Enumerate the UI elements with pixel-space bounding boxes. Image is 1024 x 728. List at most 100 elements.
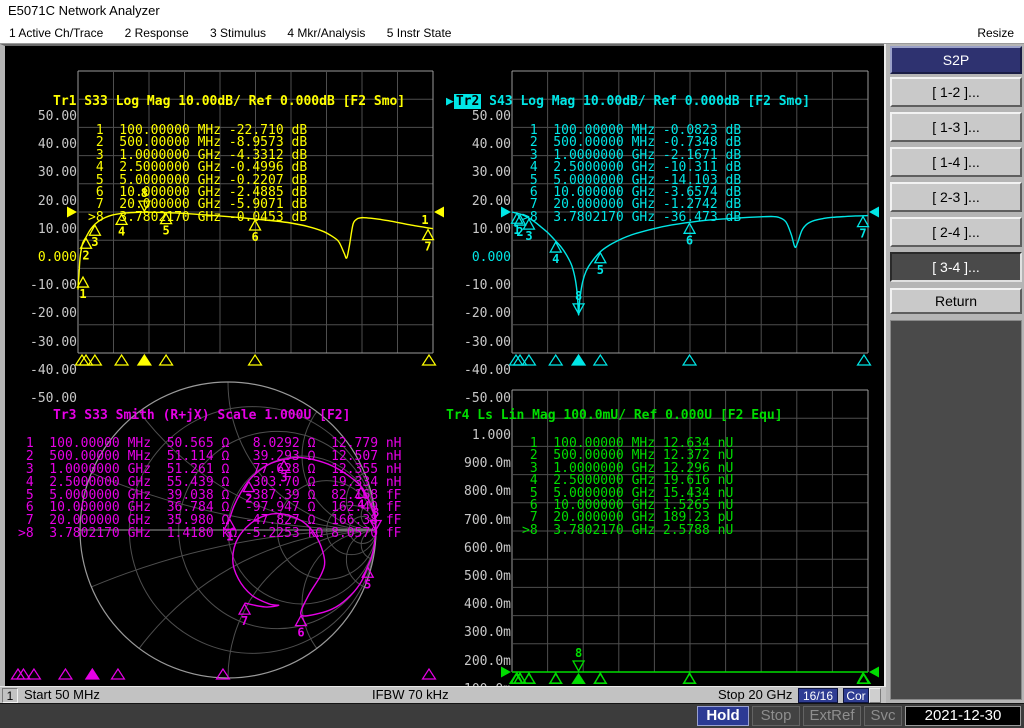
tr1-header: Tr1 S33 Log Mag 10.00dB/ Ref 0.000dB [F2… [53,94,405,109]
menu-item-response[interactable]: 2 Response [116,22,198,44]
tr1-marker-3-label: 3 [91,235,98,249]
tr2-marker-6-label: 6 [686,233,693,247]
menu-item-stimulus[interactable]: 3 Stimulus [201,22,275,44]
tr1-stimulus-marker [160,355,173,365]
tr4-header: Tr4 Ls Lin Mag 100.0mU/ Ref 0.000U [F2 E… [446,408,783,423]
tr1-marker-5-label: 5 [162,224,169,238]
tr2-marker-5-label: 5 [597,263,604,277]
menu-item-active-ch-trace[interactable]: 1 Active Ch/Trace [0,22,112,44]
tr4-ref-level-right-icon [869,667,879,678]
tr2-marker-8-label: 8 [575,289,582,303]
tr1-marker-table: 1 100.00000 MHz -22.710 dB 2 500.00000 M… [88,125,307,224]
tr3-stimulus-marker [86,669,99,679]
window-title-bar: E5071C Network Analyzer [0,0,1024,22]
tr2-ytick: 50.00 [447,110,511,124]
tr1-name[interactable]: Tr1 [53,94,76,109]
tr4-format-description: Ls Lin Mag 100.0mU/ Ref 0.000U [F2 Equ] [469,408,782,423]
smith-reactance-arc [0,530,889,684]
tr1-stimulus-marker [88,355,101,365]
tr2-marker-4-label: 4 [552,252,559,266]
tr1-ytick: 40.00 [13,138,77,152]
tr1-ytick: 0.000 [13,251,77,265]
start-frequency: Start 50 MHz [24,687,100,703]
tr2-ytick: 10.00 [447,223,511,237]
softkey-3-4[interactable]: [ 3-4 ]... [890,252,1022,282]
tr2-ytick: 30.00 [447,166,511,180]
tr4-ytick: 800.0m [447,485,511,499]
tr2-ref-level-right-icon [869,207,879,218]
tr2-name[interactable]: Tr2 [454,94,481,109]
resize-button[interactable]: Resize [973,22,1018,44]
tr2-stimulus-marker [858,355,871,365]
tr2-marker-table: 1 100.00000 MHz -0.0823 dB 2 500.00000 M… [522,125,741,224]
tr2-format-description: S43 Log Mag 10.00dB/ Ref 0.000dB [F2 Smo… [481,94,810,109]
tr4-ytick: 1.000 [447,429,511,443]
tr4-ytick: 300.0m [447,626,511,640]
correction-badge: Cor [843,688,869,703]
tr1-edge-annotation: 1 [421,213,428,227]
tr2-header: ▶Tr2 S43 Log Mag 10.00dB/ Ref 0.000dB [F… [446,94,810,109]
tr2-stimulus-marker [572,355,585,365]
tr4-ytick: 600.0m [447,542,511,556]
tr2-marker-row: >8 3.7802170 GHz -36.473 dB [522,212,741,224]
tr3-stimulus-marker [423,669,436,679]
tr1-ytick: 50.00 [13,110,77,124]
tr1-stimulus-marker [249,355,262,365]
tr3-marker-7-label: 7 [241,614,248,628]
tr1-marker-2-label: 2 [82,248,89,262]
tr3-stimulus-marker [111,669,124,679]
return-button[interactable]: Return [890,288,1022,314]
tr1-marker-1-label: 1 [79,287,86,301]
tr4-marker-8-symbol [573,661,584,671]
tr1-marker-4-label: 4 [118,224,125,238]
softkey-1-4[interactable]: [ 1-4 ]... [890,147,1022,177]
tr2-marker-4-symbol [550,242,561,252]
stop-frequency: Stop 20 GHz [718,687,792,703]
tr1-marker-7-symbol [423,230,434,240]
softkey-2-4[interactable]: [ 2-4 ]... [890,217,1022,247]
tr2-stimulus-marker [594,355,607,365]
tr3-marker-table: 1 100.00000 MHz 50.565 Ω 8.0292 Ω 12.779… [18,438,402,541]
softkey-1-3[interactable]: [ 1-3 ]... [890,112,1022,142]
tr2-ytick: -10.00 [447,279,511,293]
tr1-marker-row: >8 3.7802170 GHz -0.0453 dB [88,212,307,224]
tr2-ytick: 20.00 [447,195,511,209]
tr1-ytick: -10.00 [13,279,77,293]
display-area: 123456781123456781234567812345678 50.004… [0,44,884,686]
tr3-marker-5-label: 5 [364,577,371,591]
app-title: E5071C Network Analyzer [8,3,160,18]
tr1-marker-6-label: 6 [251,230,258,244]
tr1-marker-7-label: 7 [424,240,431,254]
menu-item-mkr-analysis[interactable]: 4 Mkr/Analysis [278,22,374,44]
tr2-marker-5-symbol [595,253,606,263]
extref-indicator: ExtRef [803,706,861,726]
tr1-marker-3-symbol [89,225,100,235]
status-bar: 1 Start 50 MHz IFBW 70 kHz Stop 20 GHz 1… [0,686,886,703]
softkey-empty-area [890,320,1022,700]
tr4-name[interactable]: Tr4 [446,408,469,423]
tr2-stimulus-marker [683,355,696,365]
tr2-ytick: -20.00 [447,307,511,321]
tr3-name[interactable]: Tr3 [53,408,76,423]
tr4-marker-row: >8 3.7802170 GHz 2.5788 nU [522,525,733,537]
tr2-ytick: 0.000 [447,251,511,265]
tr4-ytick: 900.0m [447,457,511,471]
tr1-ref-level-right-icon [434,207,444,218]
tr1-stimulus-marker [138,355,151,365]
softkey-1-2[interactable]: [ 1-2 ]... [890,77,1022,107]
active-trace-indicator-icon: ▶ [446,94,454,109]
softkey-menu-title: S2P [890,46,1022,74]
softkey-sidebar: S2P [ 1-2 ]... [ 1-3 ]... [ 1-4 ]... [ 2… [884,44,1024,703]
softkey-2-3[interactable]: [ 2-3 ]... [890,182,1022,212]
tr2-ytick: -40.00 [447,364,511,378]
svc-indicator: Svc [864,706,902,726]
tr4-marker-table: 1 100.00000 MHz 12.634 nU 2 500.00000 MH… [522,438,733,537]
datetime-display: 2021-12-30 09:58 [905,706,1021,726]
tr3-marker-6-label: 6 [297,626,304,640]
tr1-ytick: 30.00 [13,166,77,180]
menu-item-instr-state[interactable]: 5 Instr State [378,22,461,44]
tr4-stimulus-marker [572,674,585,684]
hold-indicator: Hold [697,706,749,726]
tr1-ytick: -20.00 [13,307,77,321]
tr4-marker-8-label: 8 [575,646,582,660]
